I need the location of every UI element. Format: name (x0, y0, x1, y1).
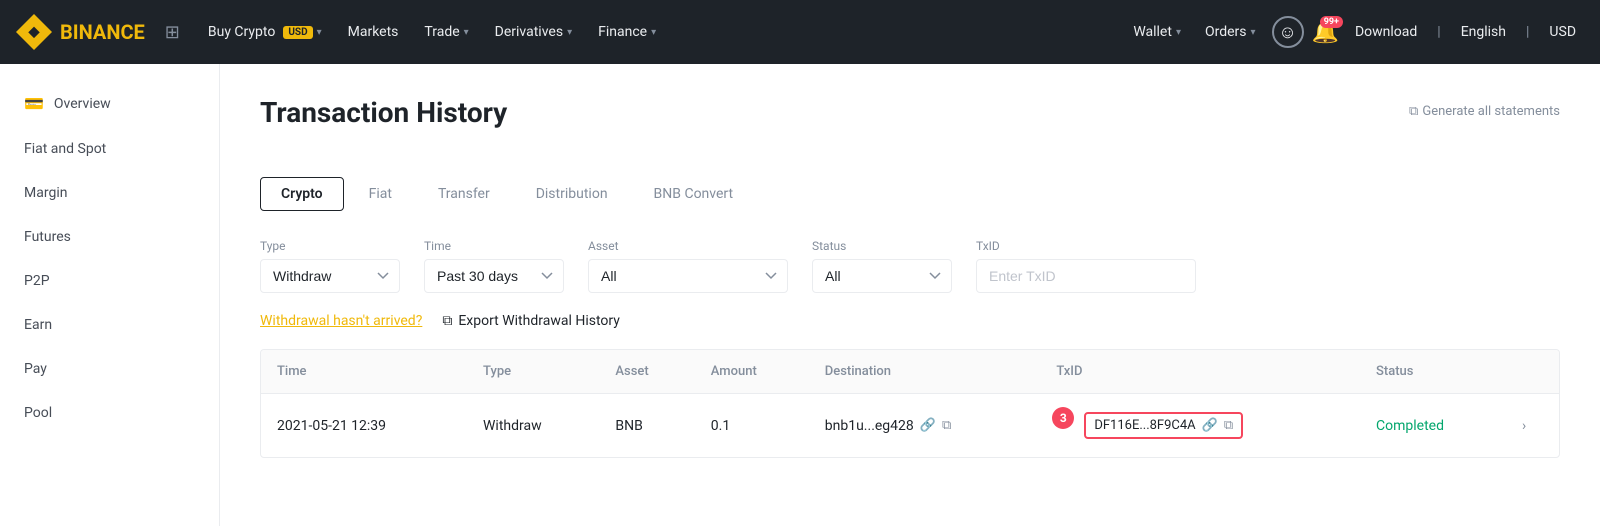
cell-amount: 0.1 (695, 394, 809, 458)
sidebar-item-pool[interactable]: Pool (0, 391, 219, 435)
logo-icon: ◆ (16, 14, 52, 50)
sidebar-item-margin[interactable]: Margin (0, 171, 219, 215)
nav-orders[interactable]: Orders ▾ (1197, 16, 1264, 48)
cell-chevron: › (1506, 394, 1559, 458)
sidebar-item-pay[interactable]: Pay (0, 347, 219, 391)
title-row: Transaction History ⧉ Generate all state… (260, 96, 1560, 153)
type-label: Type (260, 239, 400, 253)
grid-icon[interactable]: ⊞ (165, 22, 180, 43)
page-layout: 💳 Overview Fiat and Spot Margin Futures … (0, 64, 1600, 526)
credit-card-icon: 💳 (24, 94, 44, 113)
export-link[interactable]: ⧉ Export Withdrawal History (442, 313, 620, 329)
nav-finance[interactable]: Finance ▾ (586, 16, 668, 48)
type-filter: Type Withdraw Deposit (260, 239, 400, 293)
txid-badge: 3 (1052, 407, 1074, 429)
nav-right: Wallet ▾ Orders ▾ ☺ 🔔 99+ Download | Eng… (1125, 16, 1584, 48)
asset-filter: Asset All BNB BTC ETH (588, 239, 788, 293)
txid-filter: TxID (976, 239, 1196, 293)
tab-transfer[interactable]: Transfer (417, 177, 511, 211)
col-destination: Destination (809, 350, 1041, 394)
cell-status: Completed (1360, 394, 1506, 458)
nav-markets[interactable]: Markets (336, 16, 411, 48)
logo-text: BINANCE (60, 20, 145, 44)
nav-language[interactable]: English (1453, 16, 1514, 48)
main-content: Transaction History ⧉ Generate all state… (220, 64, 1600, 526)
sidebar: 💳 Overview Fiat and Spot Margin Futures … (0, 64, 220, 526)
logo[interactable]: ◆ BINANCE (16, 14, 145, 50)
table-header-row: Time Type Asset Amount Destination TxID … (261, 350, 1559, 394)
copy-dest-icon2[interactable]: ⧉ (942, 418, 951, 433)
tabs: Crypto Fiat Transfer Distribution BNB Co… (260, 177, 1560, 211)
sidebar-item-fiat-spot[interactable]: Fiat and Spot (0, 127, 219, 171)
page-title: Transaction History (260, 96, 507, 129)
time-filter: Time Past 30 days Past 90 days Past 1 ye… (424, 239, 564, 293)
sidebar-item-overview[interactable]: 💳 Overview (0, 80, 219, 127)
status-select[interactable]: All Completed Pending Failed (812, 259, 952, 293)
nav-derivatives[interactable]: Derivatives ▾ (483, 16, 584, 48)
nav-items: Buy Crypto USD ▾ Markets Trade ▾ Derivat… (196, 16, 1121, 48)
col-asset: Asset (599, 350, 694, 394)
withdrawal-link[interactable]: Withdrawal hasn't arrived? (260, 313, 422, 329)
cell-type: Withdraw (467, 394, 599, 458)
actions-row: Withdrawal hasn't arrived? ⧉ Export With… (260, 313, 1560, 329)
txid-value[interactable]: DF116E...8F9C4A 🔗 ⧉ (1084, 412, 1243, 439)
row-expand-icon[interactable]: › (1522, 418, 1526, 434)
col-status: Status (1360, 350, 1506, 394)
col-amount: Amount (695, 350, 809, 394)
nav-download[interactable]: Download (1347, 16, 1425, 48)
sidebar-item-earn[interactable]: Earn (0, 303, 219, 347)
copy-dest-icon[interactable]: 🔗 (920, 418, 936, 433)
filters: Type Withdraw Deposit Time Past 30 days … (260, 239, 1560, 293)
cell-asset: BNB (599, 394, 694, 458)
col-type: Type (467, 350, 599, 394)
tab-fiat[interactable]: Fiat (348, 177, 413, 211)
nav-wallet[interactable]: Wallet ▾ (1125, 16, 1189, 48)
cell-destination: bnb1u...eg428 🔗 ⧉ (809, 394, 1041, 458)
status-filter: Status All Completed Pending Failed (812, 239, 952, 293)
sidebar-item-futures[interactable]: Futures (0, 215, 219, 259)
nav-trade[interactable]: Trade ▾ (412, 16, 480, 48)
cell-time: 2021-05-21 12:39 (261, 394, 467, 458)
tab-bnb-convert[interactable]: BNB Convert (633, 177, 755, 211)
generate-statements-link[interactable]: ⧉ Generate all statements (1409, 104, 1560, 119)
txid-label: TxID (976, 239, 1196, 253)
profile-icon[interactable]: ☺ (1272, 16, 1304, 48)
asset-select[interactable]: All BNB BTC ETH (588, 259, 788, 293)
time-label: Time (424, 239, 564, 253)
copy-txid-icon[interactable]: 🔗 (1202, 418, 1218, 433)
status-label: Status (812, 239, 952, 253)
tab-distribution[interactable]: Distribution (515, 177, 629, 211)
copy-txid-icon2[interactable]: ⧉ (1224, 418, 1233, 433)
time-select[interactable]: Past 30 days Past 90 days Past 1 year (424, 259, 564, 293)
transaction-table: Time Type Asset Amount Destination TxID … (260, 349, 1560, 458)
nav-currency[interactable]: USD (1541, 16, 1584, 48)
txid-input[interactable] (976, 259, 1196, 293)
col-time: Time (261, 350, 467, 394)
col-txid: TxID (1040, 350, 1360, 394)
notification-icon[interactable]: 🔔 99+ (1312, 20, 1339, 45)
asset-label: Asset (588, 239, 788, 253)
table-row: 2021-05-21 12:39 Withdraw BNB 0.1 bnb1u.… (261, 394, 1559, 458)
cell-txid: 3 DF116E...8F9C4A 🔗 ⧉ (1040, 394, 1360, 458)
sidebar-item-p2p[interactable]: P2P (0, 259, 219, 303)
top-navigation: ◆ BINANCE ⊞ Buy Crypto USD ▾ Markets Tra… (0, 0, 1600, 64)
col-action (1506, 350, 1559, 394)
nav-buy-crypto[interactable]: Buy Crypto USD ▾ (196, 16, 334, 48)
tab-crypto[interactable]: Crypto (260, 177, 344, 211)
type-select[interactable]: Withdraw Deposit (260, 259, 400, 293)
